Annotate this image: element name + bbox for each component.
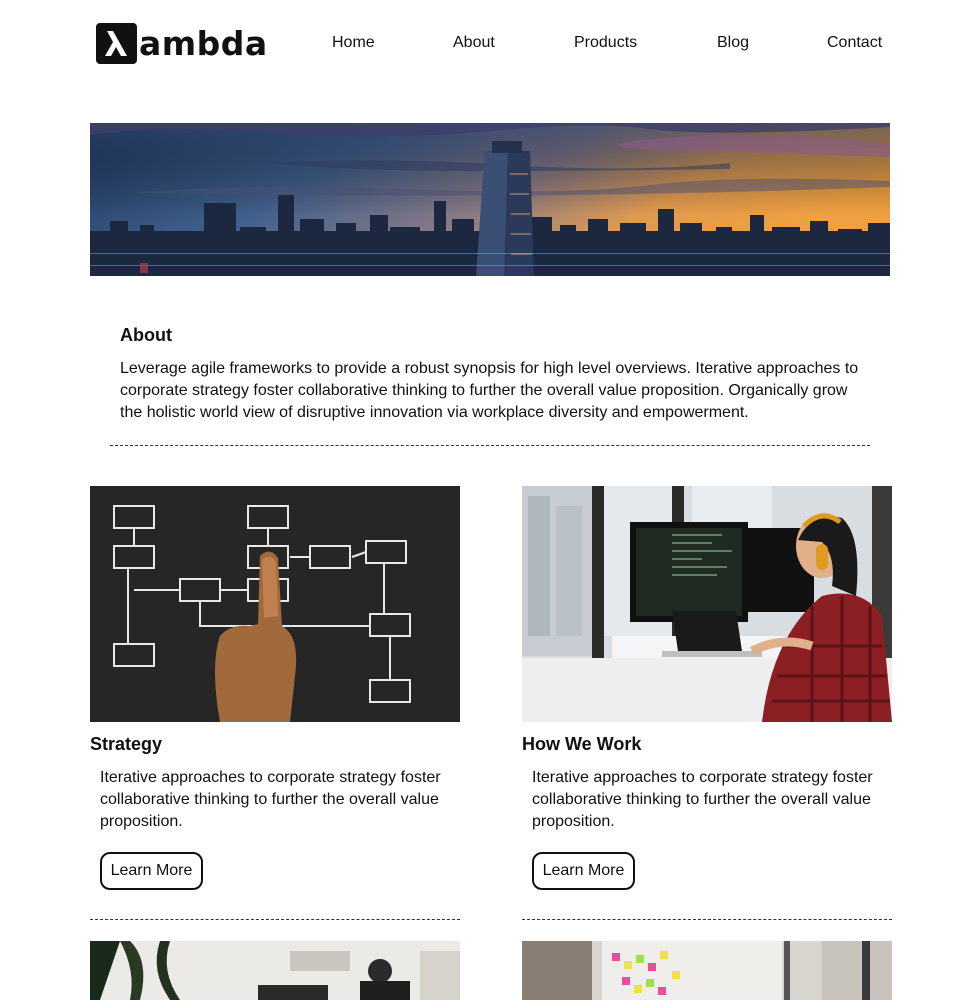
nav-blog[interactable]: Blog: [717, 32, 749, 54]
main-nav: Home About Products Blog Contact: [0, 32, 970, 54]
card-text-strategy: Iterative approaches to corporate strate…: [100, 769, 441, 830]
card-title-strategy: Strategy: [90, 734, 163, 754]
nav-products[interactable]: Products: [574, 32, 637, 54]
nav-contact[interactable]: Contact: [827, 32, 882, 54]
about-title: About: [120, 325, 172, 345]
card-title-how-we-work: How We Work: [522, 734, 642, 754]
card-divider: [522, 919, 892, 920]
whiteboard-notes-image: [522, 941, 892, 1000]
learn-more-button-strategy[interactable]: Learn More: [100, 852, 203, 890]
card-text-how-we-work: Iterative approaches to corporate strate…: [532, 769, 873, 830]
learn-more-button-how-we-work[interactable]: Learn More: [532, 852, 635, 890]
nav-about[interactable]: About: [453, 32, 495, 54]
hero-banner-image: [90, 123, 890, 276]
strategy-image: [90, 486, 460, 722]
nav-home[interactable]: Home: [332, 32, 375, 54]
section-divider: [110, 445, 870, 446]
office-plants-image: [90, 941, 460, 1000]
about-text: Leverage agile frameworks to provide a r…: [120, 360, 859, 421]
how-we-work-image: [522, 486, 892, 722]
card-divider: [90, 919, 460, 920]
